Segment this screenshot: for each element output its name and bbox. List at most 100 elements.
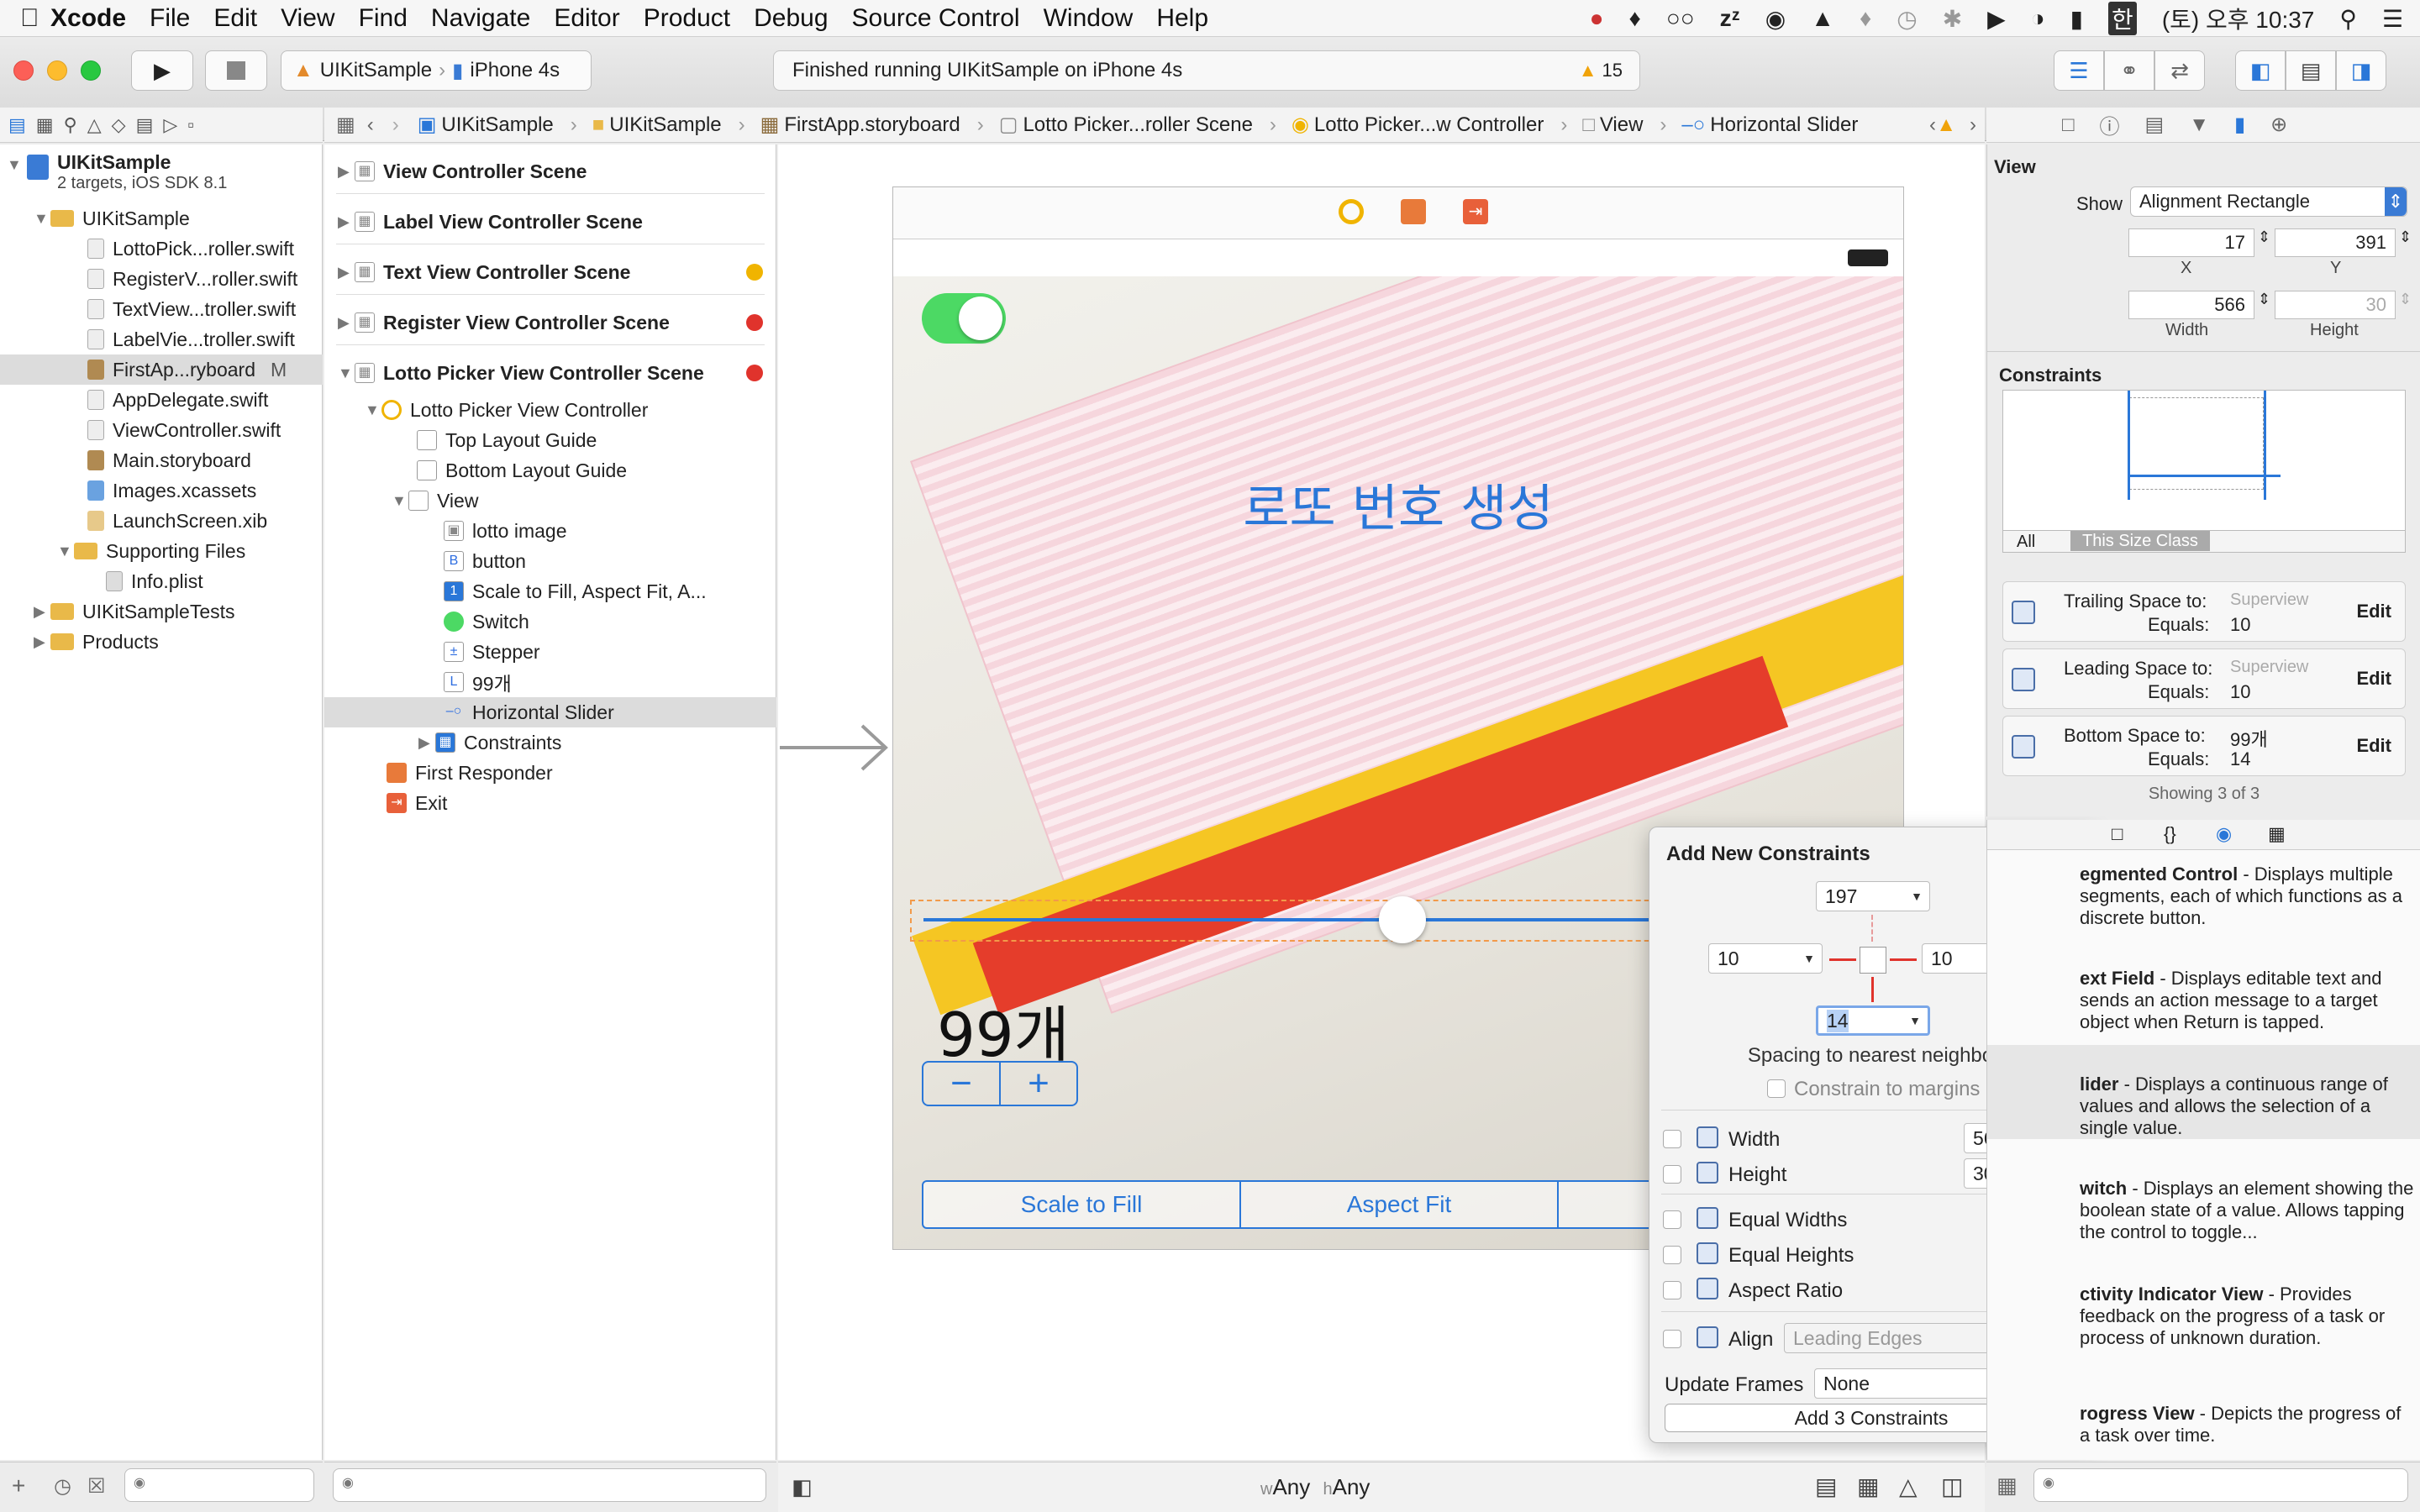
outline-item[interactable]: Switch xyxy=(324,606,776,637)
align-checkbox[interactable] xyxy=(1663,1330,1681,1348)
menu-debug[interactable]: Debug xyxy=(754,4,828,33)
issue-navigator-icon[interactable]: △ xyxy=(87,114,102,136)
next-issue-button[interactable]: › xyxy=(1970,113,1976,137)
report-navigator-icon[interactable]: ▫ xyxy=(187,114,194,136)
file-row[interactable]: LottoPick...roller.swift xyxy=(0,234,323,264)
switch[interactable] xyxy=(922,293,1006,344)
library-item[interactable]: ext Field - Displays editable text and s… xyxy=(2080,968,2416,1033)
disk-icon[interactable]: ◉ xyxy=(1765,5,1786,33)
file-row[interactable]: AppDelegate.swift xyxy=(0,385,323,415)
outline-item-selected[interactable]: –○ Horizontal Slider xyxy=(324,697,776,727)
file-row[interactable]: LaunchScreen.xib xyxy=(0,506,323,536)
show-select[interactable]: Alignment Rectangle ⇕ xyxy=(2130,186,2407,217)
breakpoint-navigator-icon[interactable]: ▷ xyxy=(163,114,177,136)
menu-view[interactable]: View xyxy=(281,4,334,33)
project-navigator-icon[interactable]: ▤ xyxy=(8,114,26,136)
outline-item[interactable]: ▼ Lotto Picker View Controller xyxy=(324,395,776,425)
issue-warning-icon[interactable]: ▲ xyxy=(1936,113,1956,137)
menu-help[interactable]: Help xyxy=(1156,4,1208,33)
bottom-strut-icon[interactable] xyxy=(1871,977,1874,1002)
previous-issue-button[interactable]: ‹ xyxy=(1929,113,1936,137)
file-row[interactable]: TextView...troller.swift xyxy=(0,294,323,324)
top-spacing-field[interactable]: 197 ▼ xyxy=(1816,881,1930,911)
spotlight-icon[interactable]: ⚲ xyxy=(2339,5,2357,33)
file-row[interactable]: Main.storyboard xyxy=(0,445,323,475)
glasses-icon[interactable]: ○○ xyxy=(1666,5,1695,32)
y-field[interactable]: 391 xyxy=(2275,228,2396,257)
bluetooth-icon[interactable]: ✱ xyxy=(1943,5,1962,33)
stepper-decrement[interactable]: − xyxy=(923,1063,1001,1105)
menu-window[interactable]: Window xyxy=(1044,4,1134,33)
file-row[interactable]: Images.xcassets xyxy=(0,475,323,506)
menu-app[interactable]: Xcode xyxy=(50,4,126,33)
jump-item-slider[interactable]: –○ Horizontal Slider xyxy=(1681,113,1858,137)
x-stepper-icon[interactable]: ⇕ xyxy=(2258,228,2270,246)
width-checkbox[interactable] xyxy=(1663,1130,1681,1148)
constraint-row-trailing[interactable]: Trailing Space to: Superview Equals: 10 … xyxy=(2002,581,2406,642)
version-editor-button[interactable]: ⇄ xyxy=(2154,50,2205,91)
source-control-filter-icon[interactable]: ☒ xyxy=(87,1474,106,1499)
grid-view-icon[interactable]: ▦ xyxy=(1996,1473,2018,1499)
scheme-selector[interactable]: ▲ UIKitSample › ▮ iPhone 4s xyxy=(281,50,592,91)
outline-item[interactable]: First Responder xyxy=(324,758,776,788)
right-strut-icon[interactable] xyxy=(1890,958,1917,961)
outline-item[interactable]: L 99개 xyxy=(324,667,776,697)
y-stepper-icon[interactable]: ⇕ xyxy=(2399,228,2412,246)
toggle-utilities-button[interactable]: ◨ xyxy=(2336,50,2386,91)
volume-icon[interactable]: ▶ xyxy=(1987,5,2006,33)
outline-scene[interactable]: ▶ ▦ View Controller Scene xyxy=(324,156,776,186)
outline-item[interactable]: ± Stepper xyxy=(324,637,776,667)
file-template-library-icon[interactable]: □ xyxy=(2112,823,2123,845)
file-row[interactable]: RegisterV...roller.swift xyxy=(0,264,323,294)
back-button[interactable]: ‹ xyxy=(367,113,374,137)
stepper[interactable]: − + xyxy=(922,1061,1078,1106)
outline-item[interactable]: Top Layout Guide xyxy=(324,425,776,455)
notification-center-icon[interactable]: ☰ xyxy=(2382,5,2403,33)
warning-badge-icon[interactable] xyxy=(746,264,763,281)
outline-scene-expanded[interactable]: ▼ ▦ Lotto Picker View Controller Scene xyxy=(324,358,776,388)
pin-menu-icon[interactable]: ▦ xyxy=(1857,1473,1879,1500)
outline-scene[interactable]: ▶ ▦ Text View Controller Scene xyxy=(324,257,776,287)
aspect-ratio-checkbox[interactable] xyxy=(1663,1281,1681,1299)
outline-item[interactable]: 1 Scale to Fill, Aspect Fit, A... xyxy=(324,576,776,606)
navigator-filter-field[interactable]: ◉ xyxy=(124,1468,314,1502)
forward-button[interactable]: › xyxy=(392,113,399,137)
title-button[interactable]: 로또 번호 생성 xyxy=(893,468,1903,541)
height-stepper-icon[interactable]: ⇕ xyxy=(2399,291,2412,308)
related-items-icon[interactable]: ▦ xyxy=(336,113,355,137)
constraint-row-bottom[interactable]: Bottom Space to: 99개 Equals: 14 Edit xyxy=(2002,716,2406,776)
menu-file[interactable]: File xyxy=(150,4,190,33)
connections-inspector-icon[interactable]: ⊕ xyxy=(2270,113,2287,137)
size-class-selector[interactable]: wAny hAny xyxy=(1260,1474,1370,1500)
library-item[interactable]: rogress View - Depicts the progress of a… xyxy=(2080,1403,2416,1446)
stop-button[interactable] xyxy=(205,50,267,91)
error-badge-icon[interactable] xyxy=(746,314,763,331)
close-window-button[interactable] xyxy=(13,60,34,81)
resizing-behavior-icon[interactable]: ◫ xyxy=(1941,1473,1963,1500)
width-field[interactable]: 566 xyxy=(2128,291,2254,319)
tab-this-size-class[interactable]: This Size Class xyxy=(2070,531,2210,551)
outline-scene[interactable]: ▶ ▦ Register View Controller Scene xyxy=(324,307,776,338)
jump-item-scene[interactable]: ▢ Lotto Picker...roller Scene xyxy=(999,113,1253,137)
time-machine-icon[interactable]: ◷ xyxy=(1897,5,1917,33)
library-item[interactable]: witch - Displays an element showing the … xyxy=(2080,1178,2416,1243)
stepper-increment[interactable]: + xyxy=(1001,1063,1076,1105)
exit-dock-icon[interactable]: ⇥ xyxy=(1463,199,1488,224)
bottom-spacing-field[interactable]: 14 ▼ xyxy=(1816,1005,1930,1036)
view-controller-dock-icon[interactable] xyxy=(1339,199,1364,224)
height-checkbox[interactable] xyxy=(1663,1165,1681,1184)
clock[interactable]: (토) 오후 10:37 xyxy=(2162,2,2315,35)
edit-button[interactable]: Edit xyxy=(2356,735,2391,757)
standard-editor-button[interactable]: ☰ xyxy=(2054,50,2104,91)
outline-scene[interactable]: ▶ ▦ Label View Controller Scene xyxy=(324,207,776,237)
jump-item-storyboard[interactable]: ▦ FirstApp.storyboard xyxy=(760,113,960,137)
segment-aspect-fit[interactable]: Aspect Fit xyxy=(1241,1182,1559,1227)
menu-editor[interactable]: Editor xyxy=(554,4,619,33)
left-spacing-field[interactable]: 10 ▼ xyxy=(1708,943,1823,974)
outline-item[interactable]: Bottom Layout Guide xyxy=(324,455,776,486)
file-row[interactable]: ViewController.swift xyxy=(0,415,323,445)
outline-item[interactable]: ▶ ▦ Constraints xyxy=(324,727,776,758)
group-row[interactable]: ▼ Supporting Files xyxy=(0,536,323,566)
run-button[interactable]: ▶ xyxy=(131,50,193,91)
outline-item[interactable]: ▣ lotto image xyxy=(324,516,776,546)
